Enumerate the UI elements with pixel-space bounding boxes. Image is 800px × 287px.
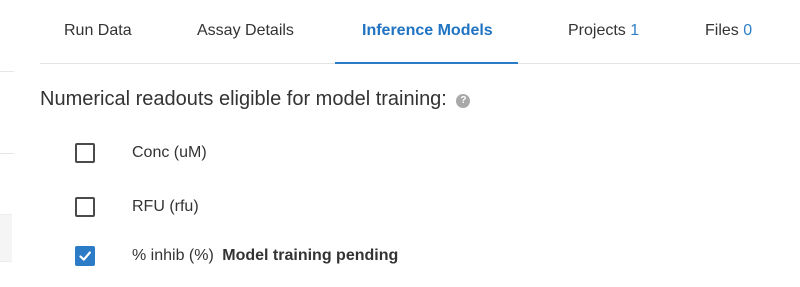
- section-heading: Numerical readouts eligible for model tr…: [40, 88, 471, 111]
- tab-label: Run Data: [64, 22, 132, 39]
- section-heading-text: Numerical readouts eligible for model tr…: [40, 88, 447, 110]
- left-panel-edge: [0, 214, 12, 262]
- tab-label: Assay Details: [197, 22, 294, 39]
- readout-row-conc: Conc (uM): [75, 141, 207, 165]
- question-icon[interactable]: ?: [456, 94, 471, 108]
- tab-files[interactable]: Files 0: [705, 0, 752, 63]
- left-panel-edge: [0, 71, 14, 72]
- tab-label: Inference Models: [362, 22, 493, 39]
- tab-count: 1: [630, 22, 640, 39]
- inference-models-panel: Run Data Assay Details Inference Models …: [0, 0, 800, 287]
- readout-row-rfu: RFU (rfu): [75, 195, 199, 219]
- readout-label: RFU (rfu): [132, 198, 199, 215]
- tab-projects[interactable]: Projects 1: [568, 0, 639, 63]
- tab-count: 0: [743, 22, 753, 39]
- tab-label: Files: [705, 22, 739, 39]
- readout-label: % inhib (%) Model training pending: [132, 247, 399, 264]
- readout-label: Conc (uM): [132, 144, 207, 161]
- readout-checkbox[interactable]: [75, 143, 95, 163]
- tab-assay-details[interactable]: Assay Details: [197, 0, 294, 63]
- readout-checkbox[interactable]: [75, 197, 95, 217]
- tab-label: Projects: [568, 22, 626, 39]
- readout-checkbox[interactable]: [75, 246, 95, 266]
- tab-inference-models[interactable]: Inference Models: [335, 0, 518, 64]
- left-panel-edge: [0, 153, 14, 154]
- tab-bar: Run Data Assay Details Inference Models …: [40, 0, 800, 64]
- checkmark-icon: [79, 251, 91, 261]
- model-status-text: Model training pending: [222, 247, 399, 264]
- tab-run-data[interactable]: Run Data: [64, 0, 132, 63]
- readout-row-inhib: % inhib (%) Model training pending: [75, 244, 398, 268]
